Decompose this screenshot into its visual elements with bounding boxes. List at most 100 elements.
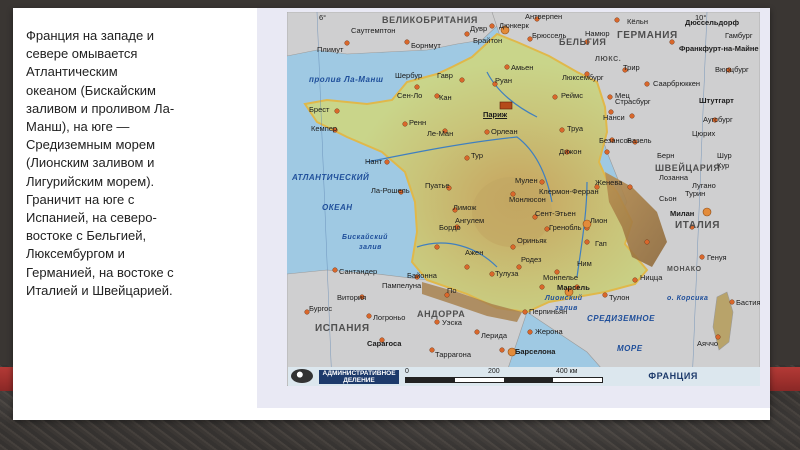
city-label: Бастия xyxy=(736,298,760,307)
label-biscay-1: Бискайский xyxy=(342,234,388,241)
city-label: Лерида xyxy=(481,331,508,340)
city-label: Трир xyxy=(623,63,640,72)
city-label: Борнмут xyxy=(411,41,441,50)
city-label: Нанси xyxy=(603,113,625,122)
city-label: Саутгемптон xyxy=(351,26,396,35)
label-atlantic-2: ОКЕАН xyxy=(322,203,353,212)
label-andorra: АНДОРРА xyxy=(417,309,466,319)
city-label: Бургос xyxy=(309,304,333,313)
city-label: Тулуза xyxy=(495,269,519,278)
city-label: Гамбург xyxy=(725,31,753,40)
city-label: Страсбург xyxy=(615,97,651,106)
label-corsica: о. Корсика xyxy=(667,295,709,302)
city-label: Пуатье xyxy=(425,181,450,190)
description-text: Франция на западе и севере омывается Атл… xyxy=(26,28,175,298)
city-label: Гавр xyxy=(437,71,453,80)
city-label: Брест xyxy=(309,105,330,114)
city-label: Уэска xyxy=(442,318,462,327)
city-label: Мулен xyxy=(515,176,538,185)
city-label: Монлюсон xyxy=(509,195,546,204)
scale-0: 0 xyxy=(405,368,409,375)
city-label: Аугсбург xyxy=(703,115,733,124)
city-label: Кемпер xyxy=(311,124,338,133)
city-label: По xyxy=(447,286,457,295)
label-italy: ИТАЛИЯ xyxy=(675,220,721,231)
city-label: Берн xyxy=(657,151,675,160)
graticule-w: 6° xyxy=(319,13,327,22)
city-label: Барселона xyxy=(515,347,556,356)
city-label: Намюр xyxy=(585,29,610,38)
city-label: Гренобль xyxy=(549,223,582,232)
scale-200: 200 xyxy=(488,368,500,375)
city-label: Брайтон xyxy=(473,36,503,45)
city-label: Кан xyxy=(439,93,452,102)
city-label: Лугано xyxy=(692,181,716,190)
map-legend: АДМИНИСТРАТИВНОЕ ДЕЛЕНИЕ 0 200 400 км ФР… xyxy=(288,367,760,386)
city-label: Шур xyxy=(717,151,732,160)
city-label: Труа xyxy=(567,124,584,133)
city-label: Ле-Ман xyxy=(427,129,454,138)
city-label: Кёльн xyxy=(627,17,648,26)
city-label: Лозанна xyxy=(659,173,689,182)
label-lion-1: Лионский xyxy=(545,295,583,302)
globe-icon xyxy=(291,369,313,383)
scale-400: 400 км xyxy=(556,368,578,375)
city-label: Орлеан xyxy=(491,127,518,136)
city-label: Тулон xyxy=(609,293,630,302)
france-map: ВЕЛИКОБРИТАНИЯ БЕЛЬГИЯ ГЕРМАНИЯ ШВЕЙЦАРИ… xyxy=(287,12,760,386)
city-label: Антверпен xyxy=(525,12,563,21)
city-label: Таррагона xyxy=(435,350,471,359)
city-label: Марсель xyxy=(557,283,590,292)
city-label: Женева xyxy=(595,178,623,187)
city-label: Франкфурт-на-Майне xyxy=(679,44,759,53)
city-label: Сьон xyxy=(659,194,677,203)
label-med-1: СРЕДИЗЕМНОЕ xyxy=(587,314,655,323)
admin-division-label: АДМИНИСТРАТИВНОЕ ДЕЛЕНИЕ xyxy=(319,370,399,384)
city-label: Родез xyxy=(521,255,542,264)
city-label: Штутгарт xyxy=(699,96,734,105)
city-label: Дижон xyxy=(559,147,582,156)
label-germany: ГЕРМАНИЯ xyxy=(617,30,678,41)
city-label: Ним xyxy=(577,259,592,268)
city-label: Дувр xyxy=(470,24,488,33)
city-label: Витория xyxy=(337,293,367,302)
city-label: Амьен xyxy=(511,63,534,72)
city-label: Люксембург xyxy=(562,73,604,82)
city-label: Базель xyxy=(627,136,652,145)
city-label: Ориньяк xyxy=(517,236,547,245)
city-label: Тур xyxy=(471,151,483,160)
city-label: Сен-Ло xyxy=(397,91,423,100)
city-label: Руан xyxy=(495,76,512,85)
capital-marker xyxy=(499,101,513,110)
city-label: Логроньо xyxy=(373,313,406,322)
city-label: Бордо xyxy=(439,223,461,232)
city-label: Турин xyxy=(685,189,706,198)
label-med-2: МОРЕ xyxy=(617,344,643,353)
city-label: Ренн xyxy=(409,118,427,127)
city-label: Пампелуна xyxy=(382,281,422,290)
city-label: Монпелье xyxy=(543,273,579,282)
label-monaco: МОНАКО xyxy=(667,266,702,273)
city-label: Саарбрюккен xyxy=(653,79,701,88)
city-label: Цюрих xyxy=(692,129,716,138)
label-switzerland: ШВЕЙЦАРИЯ xyxy=(655,163,721,173)
label-atlantic-1: АТЛАНТИЧЕСКИЙ xyxy=(292,173,370,182)
city-label: Байонна xyxy=(407,271,437,280)
scale-bar xyxy=(405,377,603,383)
city-label: Перпиньян xyxy=(529,307,568,316)
label-lux: ЛЮКС. xyxy=(595,56,622,63)
city-label: Брюссель xyxy=(532,31,567,40)
city-label: Нант xyxy=(365,157,383,166)
city-label: Лимож xyxy=(453,203,477,212)
city-label: Лион xyxy=(590,216,608,225)
city-label: Гап xyxy=(595,239,607,248)
city-label: Ажен xyxy=(465,248,484,257)
city-label: Ла-Рошель xyxy=(371,186,410,195)
city-label: Сарагоса xyxy=(367,339,402,348)
label-channel: пролив Ла-Манш xyxy=(309,75,384,84)
city-label: Сент-Этьен xyxy=(535,209,576,218)
city-label: Жерона xyxy=(535,327,563,336)
city-label: Аяччо xyxy=(697,339,719,348)
city-label: Ницца xyxy=(640,273,663,282)
city-label: Плимут xyxy=(317,45,344,54)
